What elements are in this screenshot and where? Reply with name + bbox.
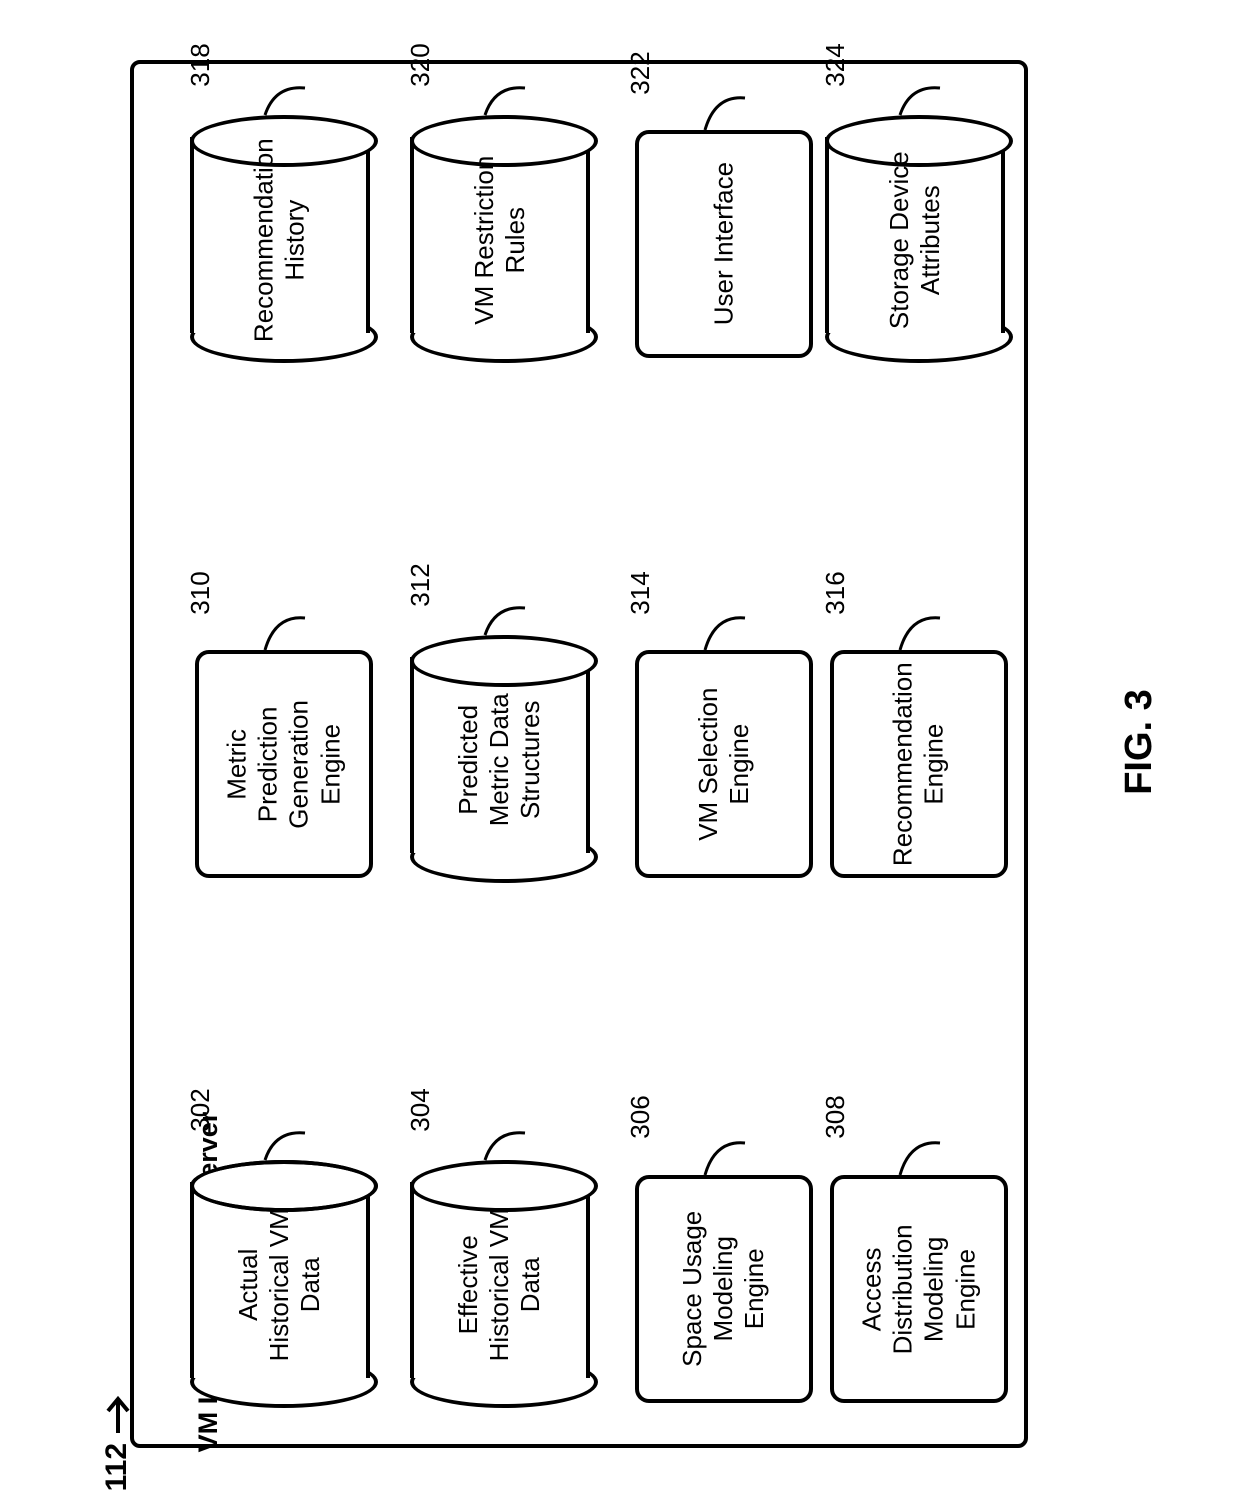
label-314: VM Selection Engine — [693, 679, 755, 849]
ref-322: 322 — [625, 43, 655, 103]
cylinder-recommendation-history: Recommendation History — [190, 115, 370, 355]
label-320: VM Restriction Rules — [469, 150, 531, 330]
outer-ref-number: 112 — [100, 1443, 133, 1491]
diagram-stage: 112 VM Load Balancing Server FIG. 3 Actu… — [0, 0, 1240, 1506]
box-metric-prediction-generation-engine: Metric Prediction Generation Engine — [195, 650, 373, 878]
cylinder-effective-historical-vm-data: Effective Historical VM Data — [410, 1160, 590, 1400]
ref-304: 304 — [405, 1080, 435, 1140]
leader-304 — [480, 1125, 530, 1165]
label-318: Recommendation History — [249, 138, 311, 342]
leader-310 — [260, 610, 310, 654]
box-recommendation-engine: Recommendation Engine — [830, 650, 1008, 878]
leader-316 — [895, 610, 945, 654]
box-space-usage-modeling-engine: Space Usage Modeling Engine — [635, 1175, 813, 1403]
label-316: Recommendation Engine — [888, 662, 950, 866]
ref-306: 306 — [625, 1087, 655, 1147]
figure-label: FIG. 3 — [1118, 662, 1162, 822]
leader-322 — [700, 90, 750, 134]
ref-312: 312 — [405, 555, 435, 615]
leader-320 — [480, 80, 530, 120]
label-308: Access Distribution Modeling Engine — [857, 1204, 982, 1374]
label-322: User Interface — [708, 159, 739, 329]
leader-312 — [480, 600, 530, 640]
cylinder-storage-device-attributes: Storage Device Attributes — [825, 115, 1005, 355]
label-310: Metric Prediction Generation Engine — [222, 679, 347, 849]
leader-318 — [260, 80, 310, 120]
ref-316: 316 — [820, 563, 850, 623]
cylinder-actual-historical-vm-data: Actual Historical VM Data — [190, 1160, 370, 1400]
box-access-distribution-modeling-engine: Access Distribution Modeling Engine — [830, 1175, 1008, 1403]
leader-306 — [700, 1135, 750, 1179]
ref-302: 302 — [185, 1080, 215, 1140]
cylinder-predicted-metric-data-structures: Predicted Metric Data Structures — [410, 635, 590, 875]
label-306: Space Usage Modeling Engine — [677, 1204, 771, 1374]
leader-302 — [260, 1125, 310, 1165]
ref-314: 314 — [625, 563, 655, 623]
ref-310: 310 — [185, 563, 215, 623]
ref-308: 308 — [820, 1087, 850, 1147]
ref-318: 318 — [185, 35, 215, 95]
label-304: Effective Historical VM Data — [453, 1195, 547, 1375]
label-324: Storage Device Attributes — [884, 150, 946, 330]
label-312: Predicted Metric Data Structures — [453, 670, 547, 850]
ref-320: 320 — [405, 35, 435, 95]
label-302: Actual Historical VM Data — [233, 1195, 327, 1375]
box-user-interface: User Interface — [635, 130, 813, 358]
leader-308 — [895, 1135, 945, 1179]
leader-314 — [700, 610, 750, 654]
leader-324 — [895, 80, 945, 120]
arrow-icon — [105, 1389, 131, 1435]
cylinder-vm-restriction-rules: VM Restriction Rules — [410, 115, 590, 355]
box-vm-selection-engine: VM Selection Engine — [635, 650, 813, 878]
ref-324: 324 — [820, 35, 850, 95]
